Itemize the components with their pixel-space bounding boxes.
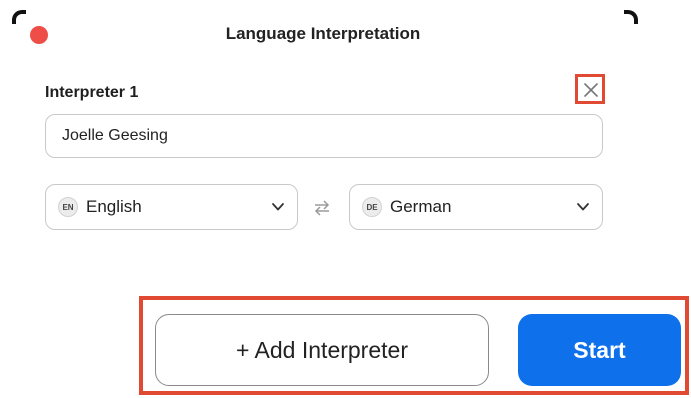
add-interpreter-button[interactable]: + Add Interpreter <box>155 314 489 386</box>
swap-arrows-icon[interactable] <box>314 199 330 217</box>
chevron-down-icon <box>577 203 589 211</box>
window-corner-top-right <box>624 10 638 24</box>
interpreter-name-field[interactable]: Joelle Geesing <box>45 114 603 158</box>
remove-interpreter-button[interactable] <box>575 74 605 104</box>
from-language-select[interactable]: EN English <box>45 184 298 230</box>
to-language-label: German <box>390 197 452 216</box>
close-icon <box>584 83 598 97</box>
chevron-down-icon <box>272 203 284 211</box>
language-badge-de: DE <box>362 197 382 217</box>
interpreter-label: Interpreter 1 <box>45 84 139 101</box>
to-language-select[interactable]: DE German <box>349 184 603 230</box>
start-button[interactable]: Start <box>518 314 681 386</box>
language-badge-en: EN <box>58 197 78 217</box>
window-corner-top-left <box>12 10 26 24</box>
dialog-title: Language Interpretation <box>225 24 421 43</box>
from-language-label: English <box>86 197 142 216</box>
